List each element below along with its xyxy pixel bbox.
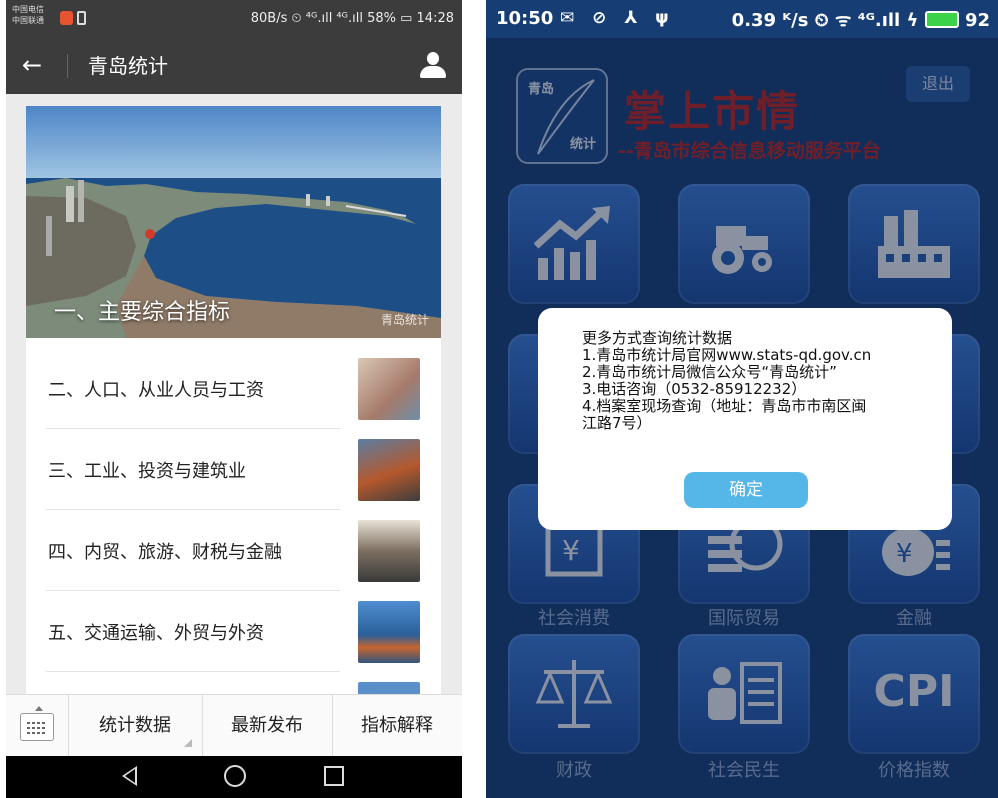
status-icons-left: ✉ ⊘ ⅄ ψ xyxy=(560,8,675,28)
page-title: 青岛统计 xyxy=(88,54,168,78)
battery-icon xyxy=(924,11,959,28)
hero-watermark: 青岛统计 xyxy=(380,313,429,327)
user-icon[interactable] xyxy=(420,52,446,80)
recent-square-icon[interactable] xyxy=(324,766,344,786)
tab-statistics[interactable]: 统计数据 xyxy=(68,695,202,757)
back-arrow-icon[interactable]: ← xyxy=(22,50,42,80)
status-right: 80B/s ⏲ ⁴ᴳ.ıll ⁴ᴳ.ıll 58% ▭ 14:28 xyxy=(250,11,454,26)
notification-icon xyxy=(60,11,73,25)
list-item-label: 三、工业、投资与建筑业 xyxy=(48,461,246,482)
info-dialog: 更多方式查询统计数据 1.青岛市统计局官网www.stats-qd.gov.cn… xyxy=(538,308,952,530)
carrier-2: 中国联通 xyxy=(12,16,44,25)
status-right-text: 0.39 ᴷ/s ⏲ ᯤ ⁴ᴳ.ıll ϟ xyxy=(731,10,919,31)
hero-title: 一、主要综合指标 xyxy=(54,300,231,325)
status-time: 10:50 xyxy=(496,8,554,29)
list-item[interactable]: 五、交通运输、外贸与外资 xyxy=(26,591,441,672)
divider xyxy=(67,54,68,78)
trade-thumbnail xyxy=(358,520,420,582)
transport-thumbnail xyxy=(358,601,420,663)
carrier-labels: 中国电信 中国联通 xyxy=(12,4,44,26)
dialog-line: 2.青岛市统计局微信公众号“青岛统计” xyxy=(582,363,837,381)
dialog-line: 3.电话咨询（0532-85912232） xyxy=(582,380,807,398)
dialog-line: 1.青岛市统计局官网www.stats-qd.gov.cn xyxy=(582,346,872,364)
phone-notification-icon xyxy=(77,11,86,25)
population-thumbnail xyxy=(358,358,420,420)
list-item-partial xyxy=(26,672,441,696)
system-nav-bar xyxy=(6,756,462,798)
list-item-label: 二、人口、从业人员与工资 xyxy=(48,380,264,401)
tab-latest[interactable]: 最新发布 xyxy=(202,695,332,757)
left-phone-screen: 中国电信 中国联通 80B/s ⏲ ⁴ᴳ.ıll ⁴ᴳ.ıll 58% ▭ 14… xyxy=(6,0,462,798)
list-item-label: 四、内贸、旅游、财税与金融 xyxy=(48,542,282,563)
back-triangle-icon[interactable] xyxy=(122,766,137,786)
battery-level: 92 xyxy=(964,10,990,31)
list-item[interactable]: 四、内贸、旅游、财税与金融 xyxy=(26,510,441,591)
tab-indicators[interactable]: 指标解释 xyxy=(332,695,462,757)
industry-thumbnail xyxy=(358,439,420,501)
home-circle-icon[interactable] xyxy=(224,765,246,787)
right-phone-screen: 10:50 ✉ ⊘ ⅄ ψ 0.39 ᴷ/s ⏲ ᯤ ⁴ᴳ.ıll ϟ 92 青… xyxy=(486,0,998,798)
dialog-line: 4.档案室现场查询（地址：青岛市市南区闽 xyxy=(582,397,867,415)
carrier-1: 中国电信 xyxy=(12,5,44,14)
keyboard-icon[interactable] xyxy=(20,706,54,741)
confirm-button[interactable]: 确定 xyxy=(684,472,808,508)
submenu-indicator-icon xyxy=(184,739,192,747)
app-bar: ← 青岛统计 xyxy=(6,38,462,94)
status-right: 0.39 ᴷ/s ⏲ ᯤ ⁴ᴳ.ıll ϟ 92 xyxy=(732,8,990,32)
dialog-line: 江路7号） xyxy=(582,414,652,432)
list-item-label: 五、交通运输、外贸与外资 xyxy=(48,623,264,644)
bottom-menu: 统计数据 最新发布 指标解释 xyxy=(6,694,462,757)
list-item[interactable]: 二、人口、从业人员与工资 xyxy=(26,348,441,429)
menu-card: 一、主要综合指标 青岛统计 二、人口、从业人员与工资 三、工业、投资与建筑业 四… xyxy=(26,106,441,696)
status-bar: 10:50 ✉ ⊘ ⅄ ψ 0.39 ᴷ/s ⏲ ᯤ ⁴ᴳ.ıll ϟ 92 xyxy=(486,0,998,38)
list-item[interactable]: 三、工业、投资与建筑业 xyxy=(26,429,441,510)
status-bar: 中国电信 中国联通 80B/s ⏲ ⁴ᴳ.ıll ⁴ᴳ.ıll 58% ▭ 14… xyxy=(6,0,462,38)
dialog-line: 更多方式查询统计数据 xyxy=(582,329,733,347)
hero-banner[interactable]: 一、主要综合指标 青岛统计 xyxy=(26,106,441,338)
